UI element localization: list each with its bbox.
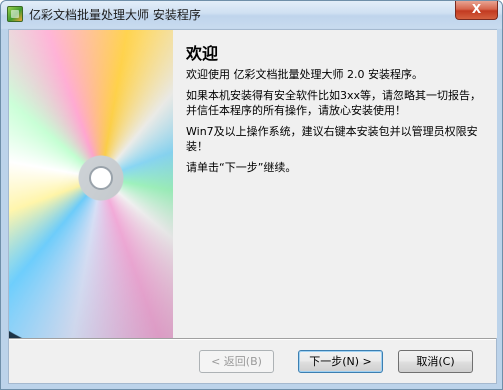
wizard-body: 欢迎 欢迎使用 亿彩文档批量处理大师 2.0 安装程序。 如果本机安装得有安全软… (8, 29, 497, 384)
back-button[interactable]: < 返回(B) (199, 350, 274, 373)
page-title: 欢迎 (186, 44, 219, 63)
footer-divider (9, 338, 496, 340)
admin-notice-text: Win7及以上操作系统，建议右键本安装包并以管理员权限安装！ (186, 125, 478, 153)
welcome-panel: 欢迎 欢迎使用 亿彩文档批量处理大师 2.0 安装程序。 如果本机安装得有安全软… (173, 30, 497, 338)
continue-instruction-text: 请单击“下一步”继续。 (186, 161, 297, 174)
cd-disc-image (9, 30, 173, 338)
security-notice-text: 如果本机安装得有安全软件比如3xx等，请忽略其一切报告，并信任本程序的所有操作，… (186, 89, 482, 117)
cancel-button[interactable]: 取消(C) (398, 350, 473, 373)
window-title: 亿彩文档批量处理大师 安装程序 (29, 8, 201, 22)
next-button[interactable]: 下一步(N) > (298, 350, 383, 373)
close-button[interactable]: X (455, 1, 498, 20)
welcome-text: 欢迎使用 亿彩文档批量处理大师 2.0 安装程序。 (186, 68, 423, 81)
title-bar: 亿彩文档批量处理大师 安装程序 X (1, 1, 502, 28)
installer-window: 亿彩文档批量处理大师 安装程序 X 欢迎 欢迎使用 亿彩文档批量处理大师 2.0… (0, 0, 503, 390)
installer-app-icon (7, 6, 23, 22)
